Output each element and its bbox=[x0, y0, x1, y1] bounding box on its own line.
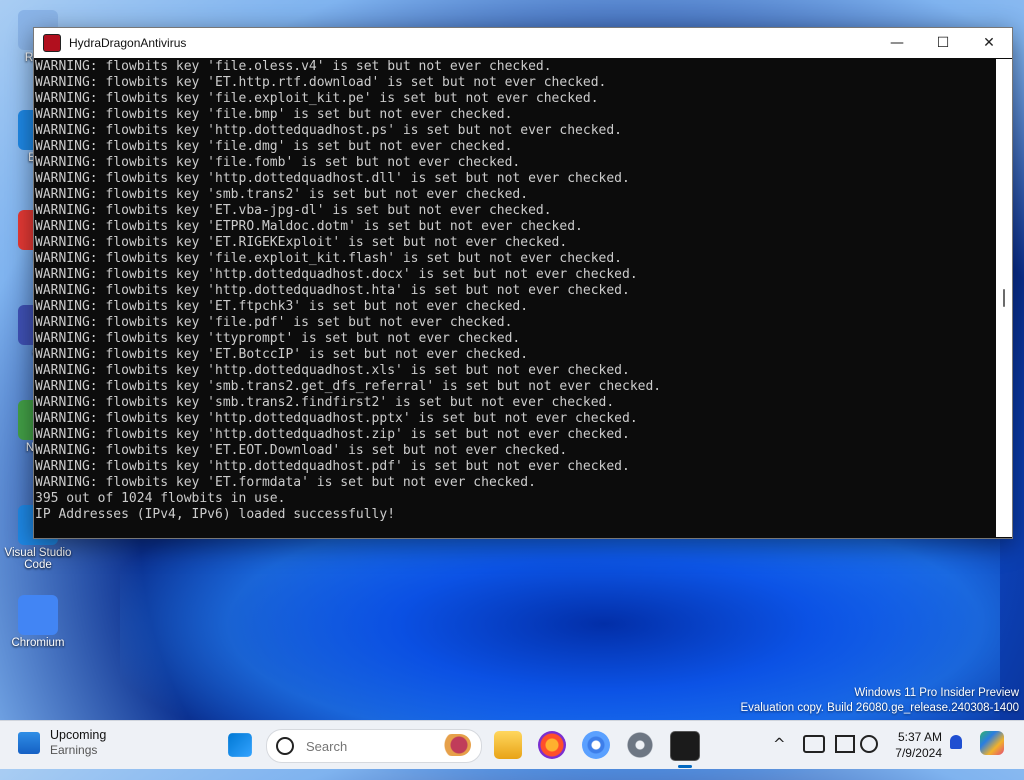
window-title: HydraDragonAntivirus bbox=[69, 36, 187, 50]
settings-gear-icon[interactable] bbox=[626, 731, 654, 759]
console-line: 395 out of 1024 flowbits in use. bbox=[35, 491, 286, 506]
console-line: WARNING: flowbits key 'ETPRO.Maldoc.dotm… bbox=[35, 219, 583, 234]
clock-time: 5:37 AM bbox=[897, 730, 942, 744]
console-line: WARNING: flowbits key 'file.oless.v4' is… bbox=[35, 59, 552, 74]
watermark-build: Evaluation copy. Build 26080.ge_release.… bbox=[740, 702, 1019, 714]
console-line: WARNING: flowbits key 'http.dottedquadho… bbox=[35, 283, 630, 298]
search-highlight-icon bbox=[441, 734, 471, 756]
console-line: WARNING: flowbits key 'http.dottedquadho… bbox=[35, 363, 630, 378]
console-line: WARNING: flowbits key 'http.dottedquadho… bbox=[35, 427, 630, 442]
stocks-icon bbox=[18, 732, 40, 754]
console-line: WARNING: flowbits key 'ET.EOT.Download' … bbox=[35, 443, 568, 458]
console-line: WARNING: flowbits key 'smb.trans2.findfi… bbox=[35, 395, 615, 410]
desktop-icon[interactable]: Chromium bbox=[2, 595, 74, 649]
console-line: WARNING: flowbits key 'http.dottedquadho… bbox=[35, 459, 630, 474]
start-icon[interactable] bbox=[228, 733, 252, 757]
console-line: WARNING: flowbits key 'http.dottedquadho… bbox=[35, 411, 638, 426]
taskbar: Upcoming Earnings ^ 5:37 AM 7/9/2024 bbox=[0, 720, 1024, 769]
console-line: WARNING: flowbits key 'smb.trans2.get_df… bbox=[35, 379, 662, 394]
console-line: WARNING: flowbits key 'ET.http.rtf.downl… bbox=[35, 75, 607, 90]
console-line: WARNING: flowbits key 'file.pdf' is set … bbox=[35, 315, 513, 330]
file-explorer-icon[interactable] bbox=[494, 731, 522, 759]
console-line: WARNING: flowbits key 'file.fomb' is set… bbox=[35, 155, 521, 170]
widgets-button[interactable]: Upcoming Earnings bbox=[18, 728, 106, 758]
console-line: WARNING: flowbits key 'ET.vba-jpg-dl' is… bbox=[35, 203, 552, 218]
search-icon bbox=[276, 737, 294, 755]
scrollbar-thumb[interactable] bbox=[1003, 289, 1005, 307]
hydradragon-taskbar-icon[interactable] bbox=[670, 731, 700, 761]
show-hidden-icons-chevron-icon[interactable]: ^ bbox=[773, 735, 786, 753]
widget-subtitle: Earnings bbox=[50, 743, 98, 757]
display-icon[interactable] bbox=[835, 735, 855, 753]
console-line: WARNING: flowbits key 'ET.formdata' is s… bbox=[35, 475, 536, 490]
console-line: WARNING: flowbits key 'file.bmp' is set … bbox=[35, 107, 513, 122]
minimize-button[interactable]: — bbox=[874, 28, 920, 58]
console-line: WARNING: flowbits key 'ET.RIGEKExploit' … bbox=[35, 235, 568, 250]
console-line: WARNING: flowbits key 'http.dottedquadho… bbox=[35, 171, 630, 186]
console-line: WARNING: flowbits key 'ET.BotccIP' is se… bbox=[35, 347, 529, 362]
firefox-icon[interactable] bbox=[538, 731, 566, 759]
console-line: IP Addresses (IPv4, IPv6) loaded success… bbox=[35, 507, 396, 522]
clock-date: 7/9/2024 bbox=[895, 746, 942, 760]
close-button[interactable]: ✕ bbox=[966, 28, 1012, 58]
hydradragon-app-icon bbox=[43, 34, 61, 52]
console-output[interactable]: WARNING: flowbits key 'file.oless.v4' is… bbox=[34, 59, 997, 537]
search-box[interactable] bbox=[266, 729, 482, 763]
console-line: WARNING: flowbits key 'ttyprompt' is set… bbox=[35, 331, 521, 346]
widget-title: Upcoming bbox=[50, 728, 107, 742]
console-line: WARNING: flowbits key 'ET.ftpchk3' is se… bbox=[35, 299, 529, 314]
vertical-scrollbar[interactable] bbox=[996, 59, 1012, 537]
console-line: WARNING: flowbits key 'file.dmg' is set … bbox=[35, 139, 513, 154]
search-input[interactable] bbox=[304, 737, 428, 755]
notification-bell-icon[interactable] bbox=[950, 735, 962, 749]
desktop-icon-label: Visual Studio Code bbox=[4, 547, 72, 571]
console-line: WARNING: flowbits key 'smb.trans2' is se… bbox=[35, 187, 529, 202]
watermark-edition: Windows 11 Pro Insider Preview bbox=[854, 687, 1019, 699]
system-clock[interactable]: 5:37 AM 7/9/2024 bbox=[886, 729, 942, 761]
chromium-icon[interactable] bbox=[582, 731, 610, 759]
console-line: WARNING: flowbits key 'http.dottedquadho… bbox=[35, 123, 622, 138]
console-line: WARNING: flowbits key 'file.exploit_kit.… bbox=[35, 91, 599, 106]
desktop-app-icon bbox=[18, 595, 58, 635]
network-offline-icon[interactable] bbox=[803, 735, 825, 753]
console-line: WARNING: flowbits key 'http.dottedquadho… bbox=[35, 267, 638, 282]
console-window[interactable]: HydraDragonAntivirus — ☐ ✕ WARNING: flow… bbox=[33, 27, 1013, 539]
focus-icon[interactable] bbox=[860, 735, 878, 753]
console-line: WARNING: flowbits key 'file.exploit_kit.… bbox=[35, 251, 622, 266]
copilot-icon[interactable] bbox=[980, 731, 1004, 755]
desktop-icon-label: Chromium bbox=[11, 637, 65, 649]
windows-watermark: Windows 11 Pro Insider Preview Evaluatio… bbox=[740, 686, 1019, 716]
title-bar[interactable]: HydraDragonAntivirus — ☐ ✕ bbox=[34, 28, 1012, 58]
maximize-button[interactable]: ☐ bbox=[920, 28, 966, 58]
